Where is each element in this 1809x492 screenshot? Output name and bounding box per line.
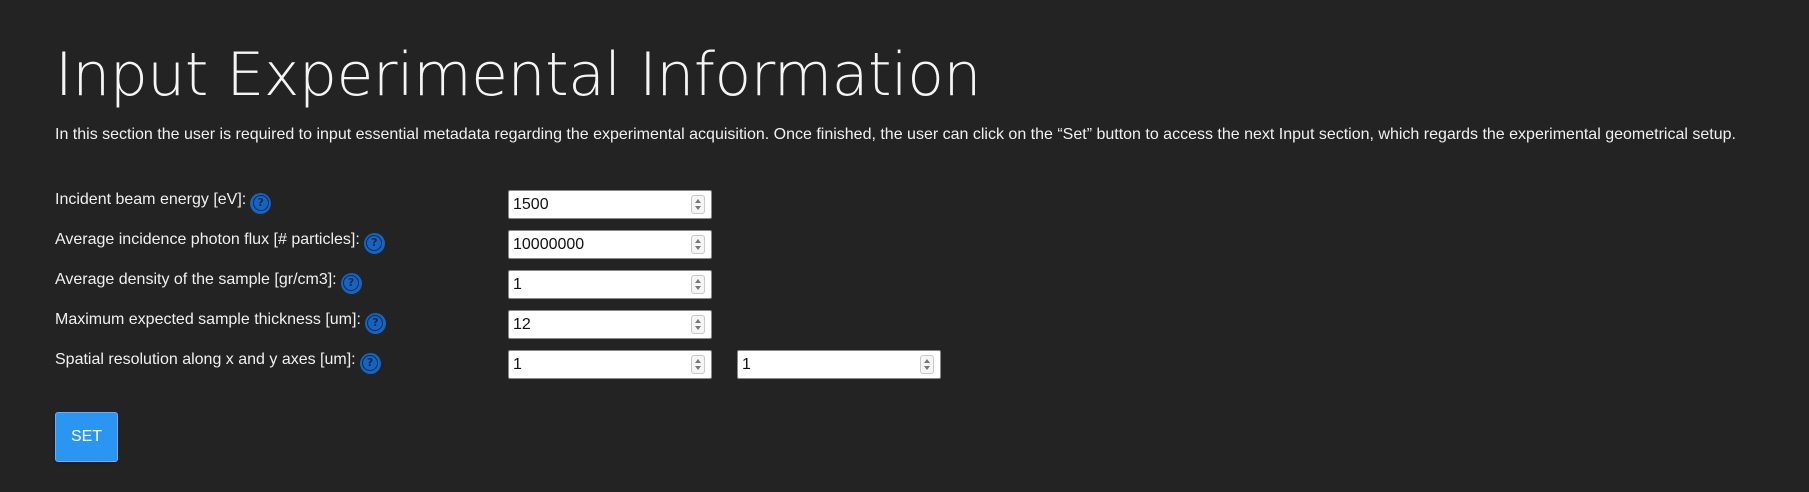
page-description: In this section the user is required to … <box>55 126 1736 143</box>
help-icon[interactable]: ? <box>359 352 381 374</box>
number-spinner[interactable] <box>691 195 705 214</box>
set-button[interactable]: SET <box>55 412 118 462</box>
spatial-resolution-y-input[interactable]: 1 <box>737 350 941 379</box>
number-spinner[interactable] <box>691 275 705 294</box>
sample-density-input[interactable]: 1 <box>508 270 712 299</box>
page-title: Input Experimental Information <box>55 40 981 110</box>
number-spinner[interactable] <box>691 315 705 334</box>
incident-beam-energy-input[interactable]: 1500 <box>508 190 712 219</box>
field-label: Spatial resolution along x and y axes [u… <box>55 351 356 368</box>
field-row-incident-beam-energy: Incident beam energy [eV]: ? 1500 <box>55 190 1255 222</box>
sample-thickness-input[interactable]: 12 <box>508 310 712 339</box>
field-row-spatial-resolution: Spatial resolution along x and y axes [u… <box>55 350 1255 382</box>
field-label: Maximum expected sample thickness [um]: <box>55 311 361 328</box>
number-spinner[interactable] <box>691 355 705 374</box>
field-label: Average density of the sample [gr/cm3]: <box>55 271 337 288</box>
number-spinner[interactable] <box>691 235 705 254</box>
field-row-sample-thickness: Maximum expected sample thickness [um]: … <box>55 310 1255 342</box>
photon-flux-input[interactable]: 10000000 <box>508 230 712 259</box>
field-row-photon-flux: Average incidence photon flux [# particl… <box>55 230 1255 262</box>
field-row-sample-density: Average density of the sample [gr/cm3]: … <box>55 270 1255 302</box>
help-icon[interactable]: ? <box>340 272 362 294</box>
help-icon[interactable]: ? <box>364 312 386 334</box>
help-icon[interactable]: ? <box>250 192 272 214</box>
field-label: Average incidence photon flux [# particl… <box>55 231 360 248</box>
number-spinner[interactable] <box>920 355 934 374</box>
spatial-resolution-x-input[interactable]: 1 <box>508 350 712 379</box>
help-icon[interactable]: ? <box>363 232 385 254</box>
field-label: Incident beam energy [eV]: <box>55 191 247 208</box>
